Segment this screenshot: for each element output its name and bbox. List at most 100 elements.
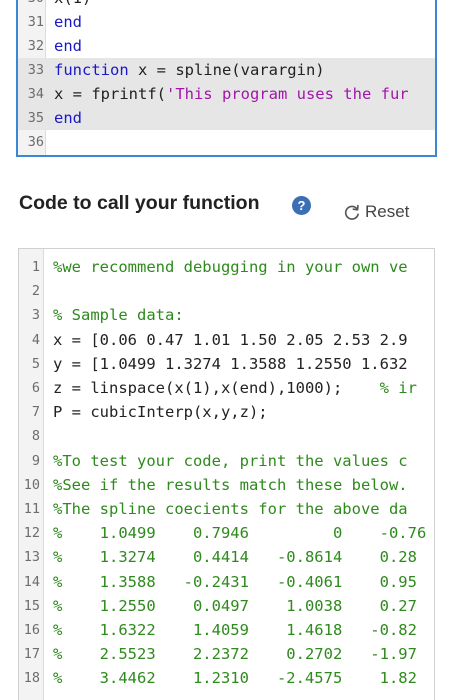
code-token: function [54,61,129,79]
code-line[interactable]: 9 %To test your code, print the values c [19,449,434,473]
code-token: % Sample data: [53,306,184,325]
code-text: y = [1.0499 1.3274 1.3588 1.2550 1.632 [53,352,408,376]
code-token: %To test your code, print the values c [53,451,408,470]
code-line[interactable]: 3 % Sample data: [19,303,434,327]
code-line[interactable]: 13 % 1.3274 0.4414 -0.8614 0.28 [19,545,434,569]
code-line[interactable]: 36 [18,130,435,154]
line-number: 31 [27,14,44,30]
code-token: P = cubicInterp(x,y,z); [53,403,268,422]
code-text: % 2.5523 2.2372 0.2702 -1.97 [53,642,417,666]
code-line[interactable]: 14 % 1.3588 -0.2431 -0.4061 0.95 [19,570,434,594]
code-line[interactable]: 31 end [18,10,435,34]
call-code-editor[interactable]: 1 %we recommend debugging in your own ve 2… [18,248,435,700]
code-token: x(1) [54,0,91,7]
line-number: 4 [31,331,40,348]
code-text: x = [0.06 0.47 1.01 1.50 2.05 2.53 2.9 [53,328,408,352]
code-token: z = linspace(x(1),x(end),1000); [53,379,380,397]
line-number: 34 [27,86,44,102]
code-token: % ir [379,379,417,397]
line-number: 35 [27,110,44,126]
code-text: %See if the results match these below. [53,473,408,497]
code-token: % 2.5523 2.2372 0.2702 -1.97 [53,645,417,664]
code-line[interactable]: 10 %See if the results match these below. [19,473,434,497]
code-text: % 3.4462 1.2310 -2.4575 1.82 [53,666,417,690]
line-number: 36 [27,134,44,150]
code-line[interactable]: 15 % 1.2550 0.0497 1.0038 0.27 [19,594,434,618]
code-text: function x = spline(varargin) [54,58,325,82]
code-token: end [54,37,82,55]
code-text: x(1) [54,0,91,10]
line-number: 15 [23,597,40,614]
code-line[interactable]: 5 y = [1.0499 1.3274 1.3588 1.2550 1.632 [19,352,434,376]
code-token: %we recommend debugging in your own ve [53,258,408,276]
section-title: Code to call your function [19,192,260,214]
function-code-editor[interactable]: 30 x(1) 31 end 32 end 33 function x = spline(va… [16,0,437,157]
line-number: 8 [31,428,40,445]
line-number: 14 [23,573,40,590]
code-text: % 1.2550 0.0497 1.0038 0.27 [53,594,417,618]
code-token: % 1.2550 0.0497 1.0038 0.27 [53,596,417,615]
code-token: end [54,13,82,31]
line-number: 33 [27,62,44,78]
code-token: x = fprintf( [54,85,166,103]
line-number: 9 [31,452,40,469]
code-line[interactable]: 32 end [18,34,435,58]
code-text: z = linspace(x(1),x(end),1000); % ir [53,376,417,400]
code-text: end [54,34,82,58]
line-number: 30 [18,0,44,10]
code-text: P = cubicInterp(x,y,z); [53,400,268,424]
line-number: 1 [31,259,40,275]
code-line[interactable]: 17 % 2.5523 2.2372 0.2702 -1.97 [19,642,434,666]
code-token: % 3.4462 1.2310 -2.4575 1.82 [53,669,417,688]
code-line[interactable]: 4 x = [0.06 0.47 1.01 1.50 2.05 2.53 2.9 [19,328,434,352]
code-text: end [54,106,82,130]
code-text: %we recommend debugging in your own ve [53,255,408,279]
code-line[interactable]: 12 % 1.0499 0.7946 0 -0.76 [19,521,434,545]
line-number: 11 [23,501,40,517]
code-line[interactable]: 8 [19,424,434,448]
code-token: 'This program uses the fur [165,85,409,103]
code-token: % 1.3588 -0.2431 -0.4061 0.95 [53,572,417,591]
code-line[interactable]: 34 x = fprintf('This program uses the fur [18,82,435,106]
line-number: 3 [31,307,40,324]
code-token: %See if the results match these below. [53,475,408,494]
code-text: % 1.0499 0.7946 0 -0.76 [53,521,426,545]
line-number: 10 [23,476,40,493]
line-number: 2 [31,283,40,300]
line-number: 16 [23,622,40,638]
line-number: 17 [23,646,40,663]
reset-label: Reset [365,202,410,221]
code-token: % 1.3274 0.4414 -0.8614 0.28 [53,548,417,567]
code-line[interactable]: 6 z = linspace(x(1),x(end),1000); % ir [19,376,434,400]
code-line[interactable]: 2 [19,279,434,303]
code-line[interactable]: 1 %we recommend debugging in your own ve [19,255,434,279]
line-number: 18 [23,670,40,687]
code-token: % 1.6322 1.4059 1.4618 -0.82 [53,621,417,639]
code-line[interactable]: 35 end [18,106,435,130]
code-token: end [54,109,82,127]
code-line[interactable]: 11 %The spline coecients for the above da [19,497,434,521]
line-number: 12 [23,525,40,542]
code-text: %The spline coecients for the above da [53,497,408,521]
code-line[interactable]: 33 function x = spline(varargin) [18,58,435,82]
line-number: 32 [27,38,44,54]
code-token: x = [0.06 0.47 1.01 1.50 2.05 2.53 2.9 [53,330,408,349]
line-number: 5 [31,355,40,372]
code-text: % 1.6322 1.4059 1.4618 -0.82 [53,618,417,642]
code-token: x = spline(varargin) [128,61,325,79]
code-token: % 1.0499 0.7946 0 -0.76 [53,524,427,543]
code-text: % 1.3588 -0.2431 -0.4061 0.95 [53,570,417,594]
reset-button[interactable]: Reset [343,200,409,224]
code-line[interactable]: 18 % 3.4462 1.2310 -2.4575 1.82 [19,666,434,690]
line-number: 13 [23,549,40,566]
question-circle-icon[interactable]: ? [292,196,311,215]
code-token: %The spline coecients for the above da [53,500,408,518]
code-line[interactable]: 16 % 1.6322 1.4059 1.4618 -0.82 [19,618,434,642]
refresh-icon [344,204,359,220]
code-text: end [54,10,82,34]
code-text: x = fprintf('This program uses the fur [54,82,409,106]
code-line[interactable]: 7 P = cubicInterp(x,y,z); [19,400,434,424]
code-line[interactable]: 30 x(1) [18,0,435,10]
line-number: 6 [31,380,40,396]
code-token: y = [1.0499 1.3274 1.3588 1.2550 1.632 [53,354,408,373]
